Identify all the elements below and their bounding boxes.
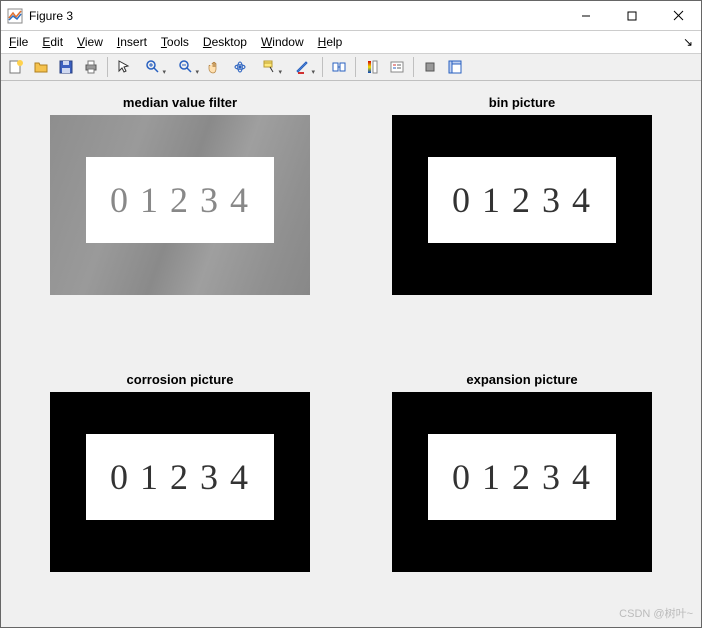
subplot-3: corrosion picture 01234 [29,372,331,613]
axes-corrosion[interactable]: 01234 [50,392,310,572]
toolbar-separator [355,57,356,77]
pan-icon[interactable] [204,56,226,78]
watermark: CSDN @树叶~ [619,605,693,621]
plate-digits: 01234 [442,456,602,498]
zoom-in-icon[interactable] [138,56,168,78]
menu-help[interactable]: Help [318,35,343,49]
insert-legend-icon[interactable] [386,56,408,78]
app-icon [7,8,23,24]
subplot-1-title: median value filter [123,95,237,111]
print-icon[interactable] [80,56,102,78]
toolbar-separator [107,57,108,77]
data-cursor-icon[interactable] [254,56,284,78]
toolbar-separator [413,57,414,77]
titlebar: Figure 3 [1,1,701,31]
menu-insert[interactable]: Insert [117,35,147,49]
hide-plot-tools-icon[interactable] [419,56,441,78]
maximize-button[interactable] [609,1,655,31]
menu-tools[interactable]: Tools [161,35,189,49]
plate-image: 01234 [428,157,616,243]
subplot-2: bin picture 01234 [371,95,673,336]
axes-expansion[interactable]: 01234 [392,392,652,572]
axes-median-filter[interactable]: 01234 [50,115,310,295]
minimize-button[interactable] [563,1,609,31]
figure-canvas: median value filter 01234 bin picture 01… [1,81,701,627]
rotate-3d-icon[interactable] [229,56,251,78]
axes-bin[interactable]: 01234 [392,115,652,295]
menu-window[interactable]: Window [261,35,304,49]
zoom-out-icon[interactable] [171,56,201,78]
link-plot-icon[interactable] [328,56,350,78]
open-file-icon[interactable] [30,56,52,78]
plate-digits: 01234 [442,179,602,221]
menu-view[interactable]: View [77,35,103,49]
toolbar [1,53,701,81]
collapse-toolbar-icon[interactable]: ↘ [683,35,693,49]
subplot-2-title: bin picture [489,95,555,111]
menu-edit[interactable]: Edit [42,35,63,49]
menu-file[interactable]: File [9,35,28,49]
subplot-1: median value filter 01234 [29,95,331,336]
figure-window: Figure 3 File Edit View Insert Tools Des… [0,0,702,628]
subplot-4-title: expansion picture [466,372,577,388]
plate-image: 01234 [428,434,616,520]
toolbar-separator [322,57,323,77]
pointer-icon[interactable] [113,56,135,78]
brush-icon[interactable] [287,56,317,78]
plate-image: 01234 [86,157,274,243]
insert-colorbar-icon[interactable] [361,56,383,78]
plate-digits: 01234 [100,456,260,498]
menu-desktop[interactable]: Desktop [203,35,247,49]
subplot-4: expansion picture 01234 [371,372,673,613]
window-title: Figure 3 [29,9,73,23]
show-plot-tools-icon[interactable] [444,56,466,78]
save-icon[interactable] [55,56,77,78]
subplot-3-title: corrosion picture [127,372,234,388]
new-figure-icon[interactable] [5,56,27,78]
plate-image: 01234 [86,434,274,520]
close-button[interactable] [655,1,701,31]
menubar: File Edit View Insert Tools Desktop Wind… [1,31,701,53]
window-controls [563,1,701,31]
plate-digits: 01234 [100,179,260,221]
